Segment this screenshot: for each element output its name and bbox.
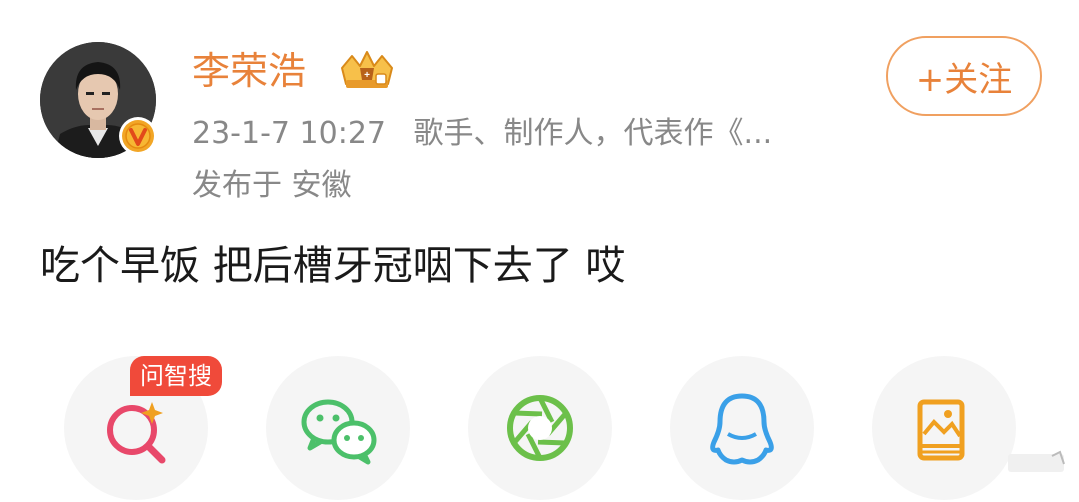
post-meta: 23-1-7 10:27 歌手、制作人，代表作《... bbox=[192, 112, 772, 156]
share-wechat-button[interactable] bbox=[266, 356, 410, 500]
wechat-icon bbox=[301, 399, 377, 465]
post-time: 23-1-7 10:27 bbox=[192, 116, 386, 151]
share-moments-button[interactable] bbox=[468, 356, 612, 500]
share-ai-badge: 问智搜 bbox=[130, 356, 222, 396]
post-text[interactable]: 吃个早饭 把后槽牙冠咽下去了 哎 bbox=[40, 238, 625, 294]
author-description[interactable]: 歌手、制作人，代表作《... bbox=[414, 116, 773, 151]
share-row: 问智搜 bbox=[0, 356, 1079, 502]
crown-icon[interactable]: + bbox=[338, 48, 396, 92]
share-search-ai-button[interactable]: 问智搜 bbox=[64, 356, 222, 500]
share-qq-button[interactable] bbox=[670, 356, 814, 500]
username[interactable]: 李荣浩 bbox=[192, 46, 306, 96]
watermark bbox=[936, 440, 1076, 484]
follow-button[interactable]: +关注 bbox=[886, 36, 1042, 116]
verified-v-badge-icon bbox=[119, 117, 157, 155]
qq-icon bbox=[710, 393, 774, 465]
watermark-logo-icon bbox=[1008, 450, 1065, 472]
post-location: 发布于 安徽 bbox=[192, 168, 352, 203]
moments-icon bbox=[507, 395, 573, 461]
svg-text:+: + bbox=[364, 70, 370, 81]
